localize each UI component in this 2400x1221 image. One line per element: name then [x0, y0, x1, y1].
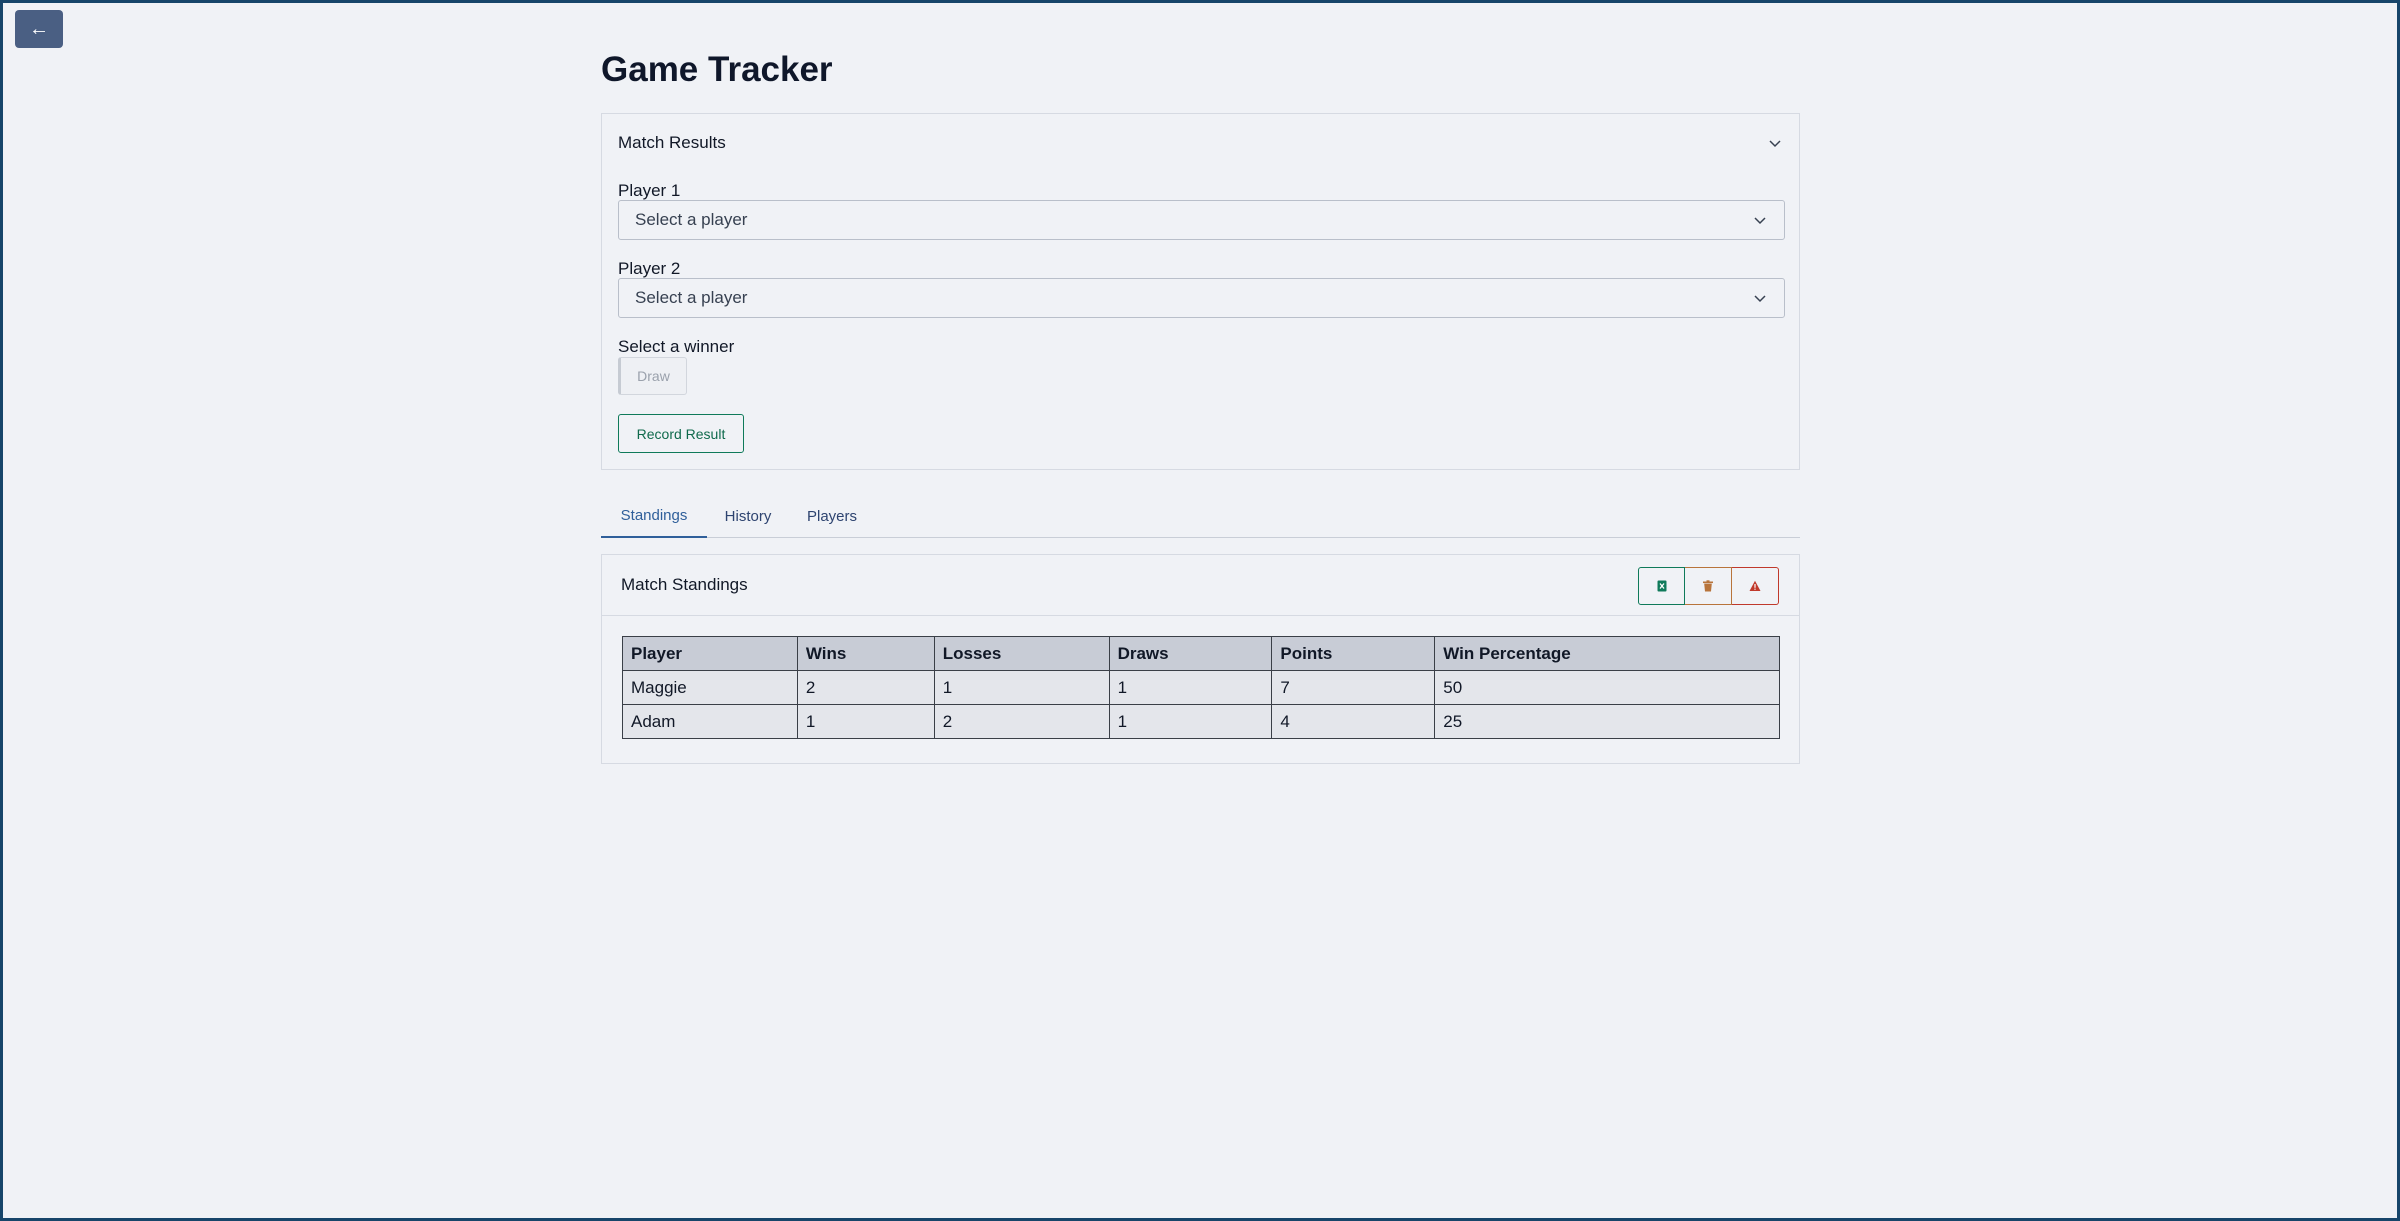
player1-select[interactable]: Select a player	[618, 200, 1785, 240]
table-header-row: Player Wins Losses Draws Points Win Perc…	[622, 636, 1780, 671]
match-results-toggle[interactable]: Match Results	[618, 130, 1783, 156]
table-cell: 1	[1108, 670, 1273, 705]
standings-panel: Match Standings Player Wins Losses Draws…	[601, 554, 1800, 764]
table-cell: 7	[1271, 670, 1436, 705]
chevron-down-icon	[1769, 140, 1781, 148]
player2-select[interactable]: Select a player	[618, 278, 1785, 318]
table-cell: 1	[933, 670, 1110, 705]
match-results-panel: Match Results Player 1 Select a player P…	[601, 113, 1800, 470]
export-excel-button[interactable]	[1638, 567, 1685, 605]
column-header: Player	[622, 636, 798, 671]
tab-standings[interactable]: Standings	[601, 494, 707, 538]
table-cell: 2	[796, 670, 935, 705]
page-title: Game Tracker	[601, 50, 833, 89]
chevron-down-icon	[1754, 295, 1766, 303]
winner-label: Select a winner	[618, 337, 735, 356]
player2-label: Player 2	[618, 259, 681, 278]
table-cell: 1	[1108, 704, 1273, 739]
table-cell: Adam	[622, 704, 798, 739]
table-row: Adam 1 2 1 4 25	[622, 704, 1780, 739]
reset-warning-button[interactable]	[1732, 567, 1779, 605]
excel-icon	[1657, 580, 1666, 592]
player1-placeholder: Select a player	[635, 210, 748, 229]
standings-table: Player Wins Losses Draws Points Win Perc…	[622, 636, 1780, 739]
match-results-title: Match Results	[618, 133, 726, 152]
table-cell: 1	[796, 704, 935, 739]
chevron-down-icon	[1754, 217, 1766, 225]
column-header: Losses	[933, 636, 1110, 671]
column-header: Points	[1271, 636, 1436, 671]
back-button[interactable]: ←	[15, 10, 63, 48]
table-cell: 25	[1434, 704, 1780, 739]
record-result-button[interactable]: Record Result	[618, 414, 744, 453]
standings-header: Match Standings	[602, 555, 1799, 616]
player1-label: Player 1	[618, 181, 681, 200]
standings-actions	[1638, 567, 1779, 605]
trash-icon	[1703, 580, 1713, 592]
table-cell: Maggie	[622, 670, 798, 705]
tab-players[interactable]: Players	[789, 494, 875, 538]
warning-icon	[1749, 580, 1761, 591]
tab-bar: Standings History Players	[601, 494, 1800, 538]
draw-option-button[interactable]: Draw	[618, 357, 687, 395]
table-cell: 4	[1271, 704, 1436, 739]
tab-history[interactable]: History	[707, 494, 789, 538]
player2-placeholder: Select a player	[635, 288, 748, 307]
back-arrow-icon: ←	[29, 17, 49, 40]
delete-button[interactable]	[1685, 567, 1732, 605]
standings-title: Match Standings	[621, 575, 748, 594]
table-row: Maggie 2 1 1 7 50	[622, 670, 1780, 705]
table-cell: 2	[933, 704, 1110, 739]
column-header: Wins	[796, 636, 935, 671]
column-header: Win Percentage	[1434, 636, 1780, 671]
column-header: Draws	[1108, 636, 1273, 671]
table-cell: 50	[1434, 670, 1780, 705]
